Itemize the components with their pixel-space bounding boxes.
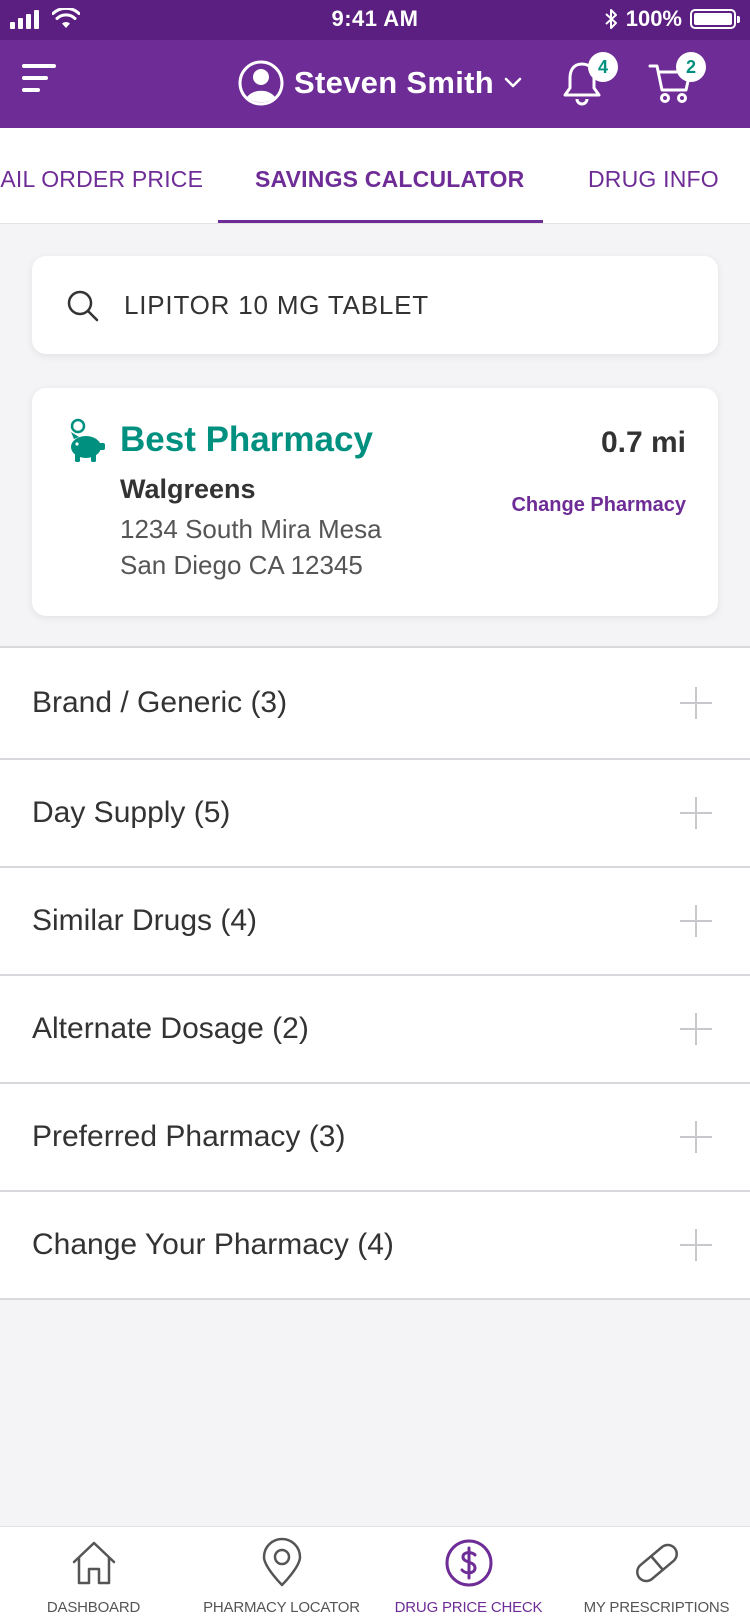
pharmacy-distance: 0.7 mi (600, 426, 686, 459)
tab-mail-order-price[interactable]: MAIL ORDER PRICE (0, 166, 203, 193)
nav-label: MY PRESCRIPTIONS (583, 1599, 730, 1616)
accordion-label: Alternate Dosage (2) (32, 1012, 309, 1045)
tab-savings-calculator[interactable]: SAVINGS CALCULATOR (255, 166, 524, 193)
accordion-alternate-dosage[interactable]: Alternate Dosage (2) (0, 976, 750, 1084)
plus-icon (680, 1121, 712, 1153)
accordion-day-supply[interactable]: Day Supply (5) (0, 760, 750, 868)
accordion-label: Preferred Pharmacy (3) (32, 1120, 346, 1153)
nav-label: PHARMACY LOCATOR (203, 1599, 360, 1616)
user-switcher[interactable]: Steven Smith (238, 60, 522, 106)
plus-icon (680, 1013, 712, 1045)
nav-dashboard[interactable]: DASHBOARD (0, 1527, 187, 1624)
nav-label: DRUG PRICE CHECK (394, 1599, 543, 1616)
bluetooth-icon (605, 9, 617, 29)
pharmacy-address-line2: San Diego CA 12345 (120, 550, 363, 580)
bottom-navigation: DASHBOARD PHARMACY LOCATOR DRUG PRICE CH… (0, 1526, 750, 1624)
dollar-circle-icon (445, 1539, 492, 1587)
piggy-bank-icon (70, 418, 105, 462)
notifications-button[interactable]: 4 (562, 52, 618, 111)
plus-icon (680, 905, 712, 937)
location-pin-icon (262, 1537, 301, 1587)
user-name: Steven Smith (294, 65, 494, 100)
accordion-label: Change Your Pharmacy (4) (32, 1228, 394, 1261)
active-tab-indicator (218, 220, 543, 223)
user-avatar-icon (238, 60, 284, 106)
drug-search-input[interactable] (124, 280, 684, 330)
plus-icon (680, 687, 712, 719)
status-bar: 9:41 AM 100% (0, 0, 750, 40)
chevron-down-icon (504, 77, 522, 88)
notification-badge: 4 (588, 52, 618, 82)
cart-button[interactable]: 2 (648, 52, 706, 111)
accordion-label: Brand / Generic (3) (32, 686, 288, 719)
accordion-change-your-pharmacy[interactable]: Change Your Pharmacy (4) (0, 1192, 750, 1300)
battery-percent: 100% (625, 6, 682, 31)
accordion-brand-generic[interactable]: Brand / Generic (3) (0, 648, 750, 760)
best-pharmacy-card: Best Pharmacy 0.7 mi Walgreens Change Ph… (32, 388, 718, 616)
tab-drug-info[interactable]: DRUG INFO (588, 166, 719, 193)
accordion-label: Similar Drugs (4) (32, 904, 258, 937)
nav-pharmacy-locator[interactable]: PHARMACY LOCATOR (188, 1527, 375, 1624)
home-icon (72, 1541, 115, 1585)
options-accordion: Brand / Generic (3) Day Supply (5) Simil… (0, 646, 750, 1300)
menu-button[interactable] (22, 64, 56, 94)
change-pharmacy-link[interactable]: Change Pharmacy (511, 494, 686, 517)
accordion-similar-drugs[interactable]: Similar Drugs (4) (0, 868, 750, 976)
accordion-label: Day Supply (5) (32, 796, 231, 829)
accordion-preferred-pharmacy[interactable]: Preferred Pharmacy (3) (0, 1084, 750, 1192)
nav-label: DASHBOARD (46, 1599, 141, 1616)
pharmacy-name: Walgreens (120, 474, 256, 504)
plus-icon (680, 1229, 712, 1261)
best-pharmacy-heading: Best Pharmacy (120, 420, 373, 459)
search-icon (67, 290, 99, 322)
plus-icon (680, 797, 712, 829)
nav-drug-price-check[interactable]: DRUG PRICE CHECK (375, 1527, 562, 1624)
pharmacy-address-line1: 1234 South Mira Mesa (120, 514, 382, 544)
drug-search-bar (32, 256, 718, 354)
battery-icon (690, 9, 740, 29)
cart-badge: 2 (676, 52, 706, 82)
nav-my-prescriptions[interactable]: MY PRESCRIPTIONS (563, 1527, 750, 1624)
pill-icon (635, 1543, 678, 1583)
tab-bar: MAIL ORDER PRICE SAVINGS CALCULATOR DRUG… (0, 128, 750, 224)
